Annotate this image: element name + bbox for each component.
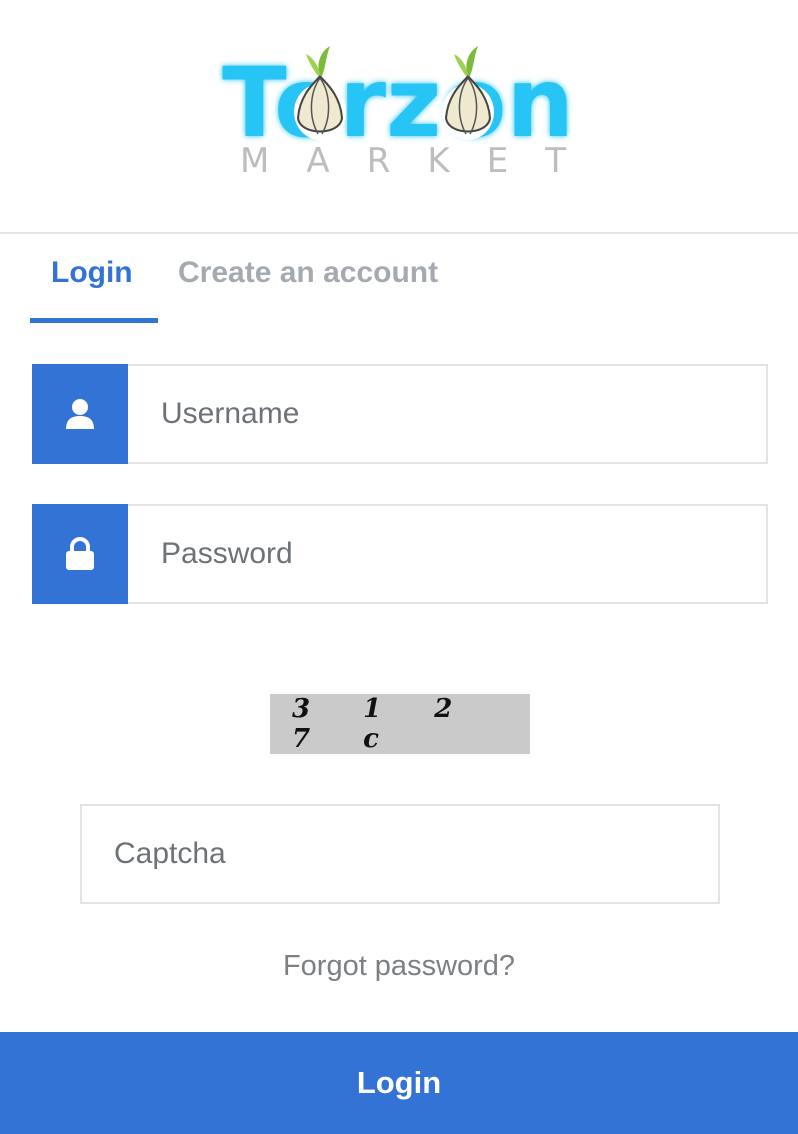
captcha-input[interactable]	[80, 804, 720, 904]
captcha-image-text: 3 1 2 7 c	[292, 694, 475, 754]
lock-icon	[32, 504, 128, 604]
captcha-image: 3 1 2 7 c	[270, 694, 530, 754]
logo-wordmark: Torzon	[222, 47, 574, 159]
forgot-password-link[interactable]: Forgot password?	[0, 950, 798, 983]
username-input[interactable]	[128, 364, 768, 464]
tab-login[interactable]: Login	[51, 256, 133, 290]
active-tab-indicator	[30, 318, 158, 323]
torzon-market-logo: Torzon MARKET	[222, 46, 574, 181]
username-row	[32, 364, 768, 464]
tab-create-account[interactable]: Create an account	[178, 256, 438, 290]
password-row	[32, 504, 768, 604]
header-divider	[0, 232, 798, 234]
password-input[interactable]	[128, 504, 768, 604]
user-icon	[32, 364, 128, 464]
login-button[interactable]: Login	[0, 1032, 798, 1134]
logo-area: Torzon MARKET	[0, 0, 798, 232]
